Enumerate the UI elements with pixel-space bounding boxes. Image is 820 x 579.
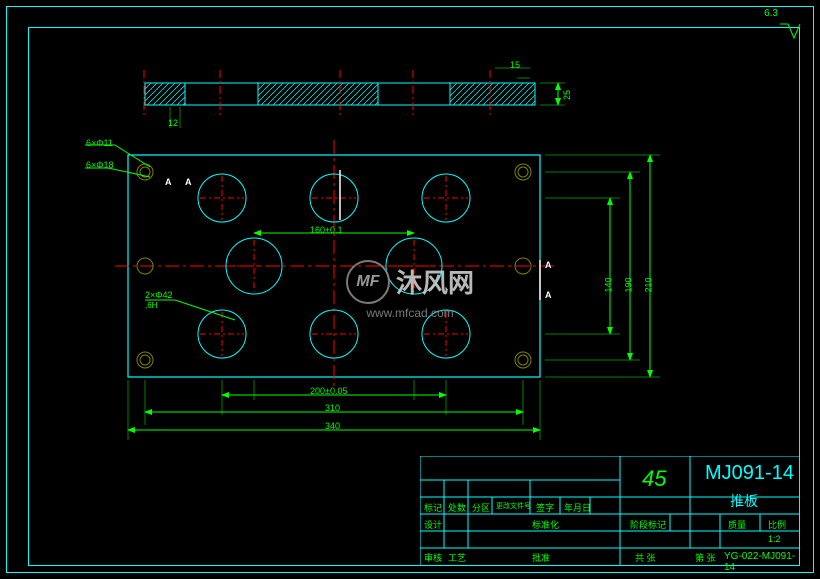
tb-mark: 标记 xyxy=(424,501,442,514)
tb-docno: 更改文件号 xyxy=(496,501,531,511)
title-block: 标记 处数 分区 更改文件号 签字 年月日 设计 标准化 审核 工艺 批准 阶段… xyxy=(420,456,800,566)
dim-140: 140 xyxy=(604,277,614,292)
tb-date: 年月日 xyxy=(564,501,591,514)
tb-sheet-no: 第 张 xyxy=(695,551,716,564)
tb-design: 设计 xyxy=(424,518,442,531)
section-A1: A xyxy=(165,177,172,187)
callout-6x18: 6×Φ18 xyxy=(86,160,113,170)
callout-6x11: 6×Φ11 xyxy=(86,138,113,148)
tb-zone: 处数 xyxy=(448,501,466,514)
tb-code: YG-022-MJ091-14 xyxy=(724,551,800,573)
section-A3: A xyxy=(545,260,552,270)
dim-190: 190 xyxy=(624,277,634,292)
tb-mass: 质量 xyxy=(728,518,746,531)
dim-12: 12 xyxy=(168,118,178,128)
tb-sign: 签字 xyxy=(536,501,554,514)
dim-310: 310 xyxy=(325,403,340,413)
tb-scale-lbl: 比例 xyxy=(768,518,786,531)
section-view-top xyxy=(144,68,565,128)
dim-340: 340 xyxy=(325,421,340,431)
tb-material: 45 xyxy=(642,466,666,492)
callout-2x42: 2×Φ42,6H xyxy=(145,290,172,310)
cad-canvas: 6.3 xyxy=(0,0,820,579)
tb-sheet-total: 共 张 xyxy=(635,551,656,564)
tb-check: 审核 xyxy=(424,551,442,564)
dim-15: 15 xyxy=(510,60,520,70)
tb-std: 标准化 xyxy=(532,518,559,531)
section-A4: A xyxy=(545,290,552,300)
dim-210: 210 xyxy=(644,277,654,292)
tb-scale: 1:2 xyxy=(768,534,781,544)
tb-partno: MJ091-14 xyxy=(705,462,794,485)
dim-160: 160±0.1 xyxy=(310,225,342,235)
tb-partname: 推板 xyxy=(730,491,758,511)
tb-approve: 批准 xyxy=(532,551,550,564)
tb-stage: 阶段标记 xyxy=(630,518,666,531)
dim-200: 200±0.05 xyxy=(310,386,347,396)
tb-div: 分区 xyxy=(472,501,490,514)
tb-process: 工艺 xyxy=(448,551,466,564)
dim-25: 25 xyxy=(562,90,572,100)
section-A2: A xyxy=(185,177,192,187)
